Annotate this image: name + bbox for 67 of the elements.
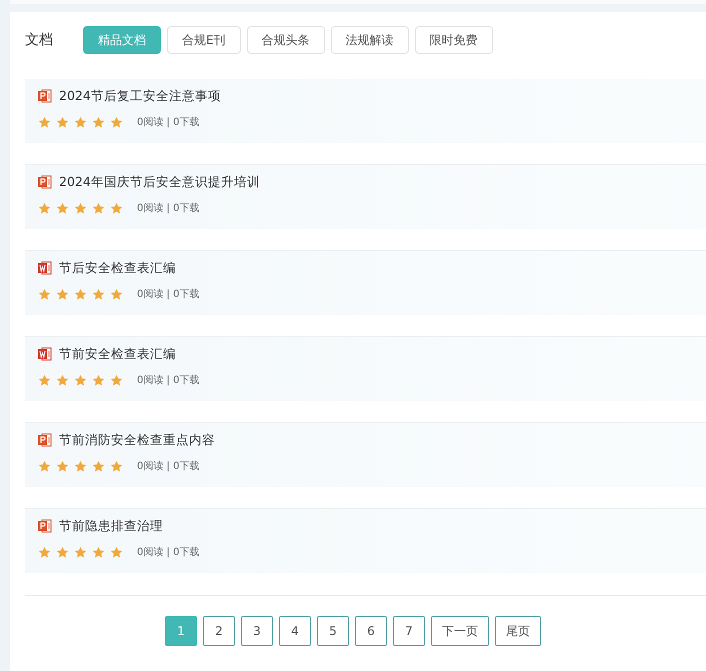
star-icon bbox=[74, 116, 87, 128]
document-title[interactable]: 节后安全检查表汇编 bbox=[59, 260, 176, 276]
document-title[interactable]: 2024节后复工安全注意事项 bbox=[59, 88, 221, 104]
star-icon bbox=[92, 288, 105, 300]
star-icon bbox=[92, 116, 105, 128]
document-stats: 0阅读 | 0下载 bbox=[137, 288, 200, 301]
star-icon bbox=[110, 202, 123, 214]
document-stats: 0阅读 | 0下载 bbox=[137, 460, 200, 473]
page-button[interactable]: 4 bbox=[279, 616, 311, 646]
star-icon bbox=[38, 546, 51, 558]
star-icon bbox=[74, 460, 87, 472]
star-icon bbox=[92, 202, 105, 214]
page-button[interactable]: 7 bbox=[393, 616, 425, 646]
star-icon bbox=[92, 546, 105, 558]
document-title[interactable]: 节前安全检查表汇编 bbox=[59, 346, 176, 362]
star-icon bbox=[56, 202, 69, 214]
document-card[interactable]: 节前安全检查表汇编 0阅读 | 0下载 bbox=[25, 337, 706, 401]
star-icon bbox=[74, 202, 87, 214]
star-icon bbox=[38, 202, 51, 214]
star-icon bbox=[56, 460, 69, 472]
star-icon bbox=[38, 288, 51, 300]
star-icon bbox=[56, 374, 69, 386]
star-icon bbox=[110, 374, 123, 386]
star-icon bbox=[110, 116, 123, 128]
document-stats: 0阅读 | 0下载 bbox=[137, 374, 200, 387]
page-button[interactable]: 下一页 bbox=[431, 616, 489, 646]
document-stats: 0阅读 | 0下载 bbox=[137, 202, 200, 215]
document-card[interactable]: 2024节后复工安全注意事项 0阅读 | 0下载 bbox=[25, 79, 706, 143]
document-card[interactable]: 节后安全检查表汇编 0阅读 | 0下载 bbox=[25, 251, 706, 315]
star-icon bbox=[74, 546, 87, 558]
presentation-file-icon bbox=[38, 519, 52, 533]
category-tab[interactable]: 限时免费 bbox=[414, 26, 493, 54]
star-icon bbox=[74, 374, 87, 386]
star-icon bbox=[38, 116, 51, 128]
category-tab[interactable]: 合规头条 bbox=[246, 26, 325, 54]
document-card[interactable]: 节前消防安全检查重点内容 0阅读 | 0下载 bbox=[25, 423, 706, 487]
page-button[interactable]: 3 bbox=[241, 616, 273, 646]
star-icon bbox=[56, 546, 69, 558]
presentation-file-icon bbox=[38, 433, 52, 447]
presentation-file-icon bbox=[38, 175, 52, 189]
document-card[interactable]: 2024年国庆节后安全意识提升培训 0阅读 | 0下载 bbox=[25, 165, 706, 229]
document-file-icon bbox=[38, 347, 52, 361]
presentation-file-icon bbox=[38, 89, 52, 103]
star-icon bbox=[74, 288, 87, 300]
document-stats: 0阅读 | 0下载 bbox=[137, 116, 200, 129]
star-icon bbox=[56, 116, 69, 128]
category-tab[interactable]: 法规解读 bbox=[330, 26, 409, 54]
star-icon bbox=[110, 546, 123, 558]
star-icon bbox=[92, 460, 105, 472]
category-tab[interactable]: 合规E刊 bbox=[167, 26, 241, 54]
star-icon bbox=[38, 460, 51, 472]
page-button[interactable]: 尾页 bbox=[495, 616, 541, 646]
page-button[interactable]: 2 bbox=[203, 616, 235, 646]
star-icon bbox=[38, 374, 51, 386]
document-title[interactable]: 2024年国庆节后安全意识提升培训 bbox=[59, 174, 260, 190]
document-stats: 0阅读 | 0下载 bbox=[137, 546, 200, 559]
star-icon bbox=[56, 288, 69, 300]
star-icon bbox=[110, 288, 123, 300]
star-icon bbox=[92, 374, 105, 386]
section-label: 文档 bbox=[25, 31, 54, 49]
document-file-icon bbox=[38, 261, 52, 275]
document-card[interactable]: 节前隐患排查治理 0阅读 | 0下载 bbox=[25, 509, 706, 573]
page-button[interactable]: 5 bbox=[317, 616, 349, 646]
document-title[interactable]: 节前消防安全检查重点内容 bbox=[59, 432, 215, 448]
document-title[interactable]: 节前隐患排查治理 bbox=[59, 518, 163, 534]
page-button[interactable]: 6 bbox=[355, 616, 387, 646]
star-icon bbox=[110, 460, 123, 472]
